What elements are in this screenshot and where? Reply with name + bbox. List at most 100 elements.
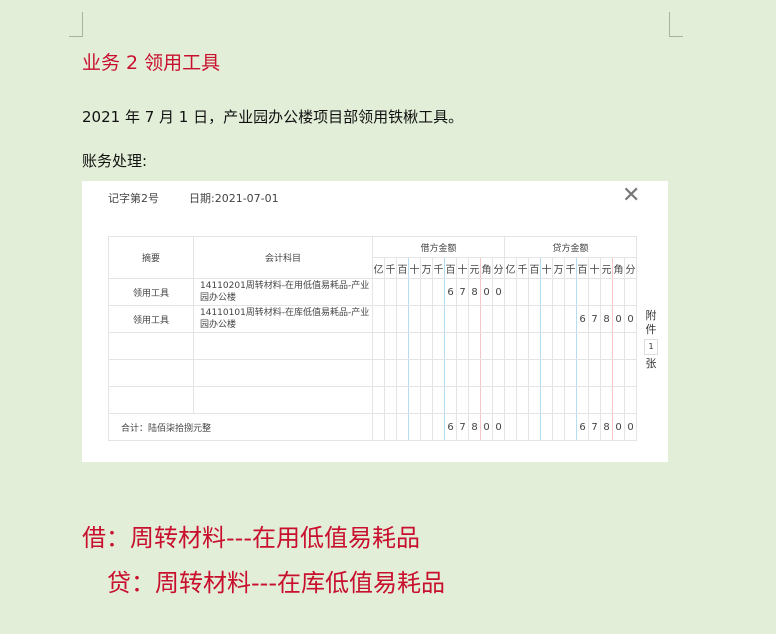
- credit-digit: [540, 332, 553, 360]
- credit-digit: [528, 332, 541, 360]
- credit-digit: [624, 359, 637, 387]
- debit-digit: 6: [444, 413, 457, 441]
- credit-unit-5: 千: [564, 257, 577, 279]
- crop-mark-top-left: [69, 12, 83, 37]
- credit-digit: [528, 305, 541, 333]
- voucher-number: 记字第2号: [108, 192, 159, 205]
- debit-unit-8: 元: [468, 257, 481, 279]
- credit-digit: [504, 386, 517, 414]
- credit-unit-6: 百: [576, 257, 589, 279]
- credit-digit: [516, 332, 529, 360]
- row-account: [193, 332, 373, 360]
- attachment-count: 附件 1 张: [644, 309, 658, 371]
- debit-digit: 6: [444, 278, 457, 306]
- credit-digit: 8: [600, 413, 613, 441]
- debit-digit: [432, 413, 445, 441]
- credit-unit-9: 角: [612, 257, 625, 279]
- debit-digit: [444, 386, 457, 414]
- crop-mark-top-right: [669, 12, 683, 37]
- credit-digit: [504, 413, 517, 441]
- debit-digit: [384, 413, 397, 441]
- row-account: 14110101周转材料-在库低值易耗品-产业园办公楼: [193, 305, 373, 333]
- credit-unit-2: 百: [528, 257, 541, 279]
- credit-digit: [516, 359, 529, 387]
- header-debit: 借方金额: [372, 236, 505, 258]
- credit-digit: [540, 359, 553, 387]
- total-row: 合计：陆佰柒拾捌元整 6 7 8 0 0 6 7 8 0 0: [108, 413, 637, 441]
- credit-digit: [564, 332, 577, 360]
- debit-digit: [420, 359, 433, 387]
- entry-credit: 贷：周转材料---在库低值易耗品: [107, 569, 445, 597]
- credit-digit: [576, 332, 589, 360]
- debit-digit: [432, 332, 445, 360]
- credit-digit: [528, 386, 541, 414]
- debit-digit: [468, 332, 481, 360]
- debit-digit: [432, 278, 445, 306]
- credit-digit: 0: [624, 413, 637, 441]
- credit-unit-8: 元: [600, 257, 613, 279]
- debit-unit-0: 亿: [372, 257, 385, 279]
- row-account: [193, 359, 373, 387]
- debit-digit: [372, 278, 385, 306]
- credit-digit: [540, 278, 553, 306]
- debit-unit-10: 分: [492, 257, 505, 279]
- debit-unit-4: 万: [420, 257, 433, 279]
- debit-digit: [468, 359, 481, 387]
- debit-digit: [492, 386, 505, 414]
- entry-debit: 借：周转材料---在用低值易耗品: [82, 524, 420, 552]
- debit-unit-3: 十: [408, 257, 421, 279]
- credit-digit: [516, 305, 529, 333]
- credit-digit: [564, 278, 577, 306]
- row-account: [193, 386, 373, 414]
- debit-digit: [456, 305, 469, 333]
- debit-digit: [396, 332, 409, 360]
- debit-digit: 0: [492, 413, 505, 441]
- debit-digit: [456, 386, 469, 414]
- credit-unit-3: 十: [540, 257, 553, 279]
- close-icon[interactable]: ✕: [622, 185, 640, 207]
- description: 2021 年 7 月 1 日，产业园办公楼项目部领用铁楸工具。: [82, 108, 464, 126]
- debit-digit: 0: [480, 413, 493, 441]
- debit-digit: [372, 305, 385, 333]
- debit-digit: [492, 305, 505, 333]
- attachment-unit: 张: [645, 357, 657, 370]
- debit-digit: [396, 305, 409, 333]
- credit-digit: 7: [588, 305, 601, 333]
- header-credit: 贷方金额: [504, 236, 637, 258]
- debit-digit: [480, 386, 493, 414]
- credit-unit-10: 分: [624, 257, 637, 279]
- credit-digit: [528, 359, 541, 387]
- debit-digit: [408, 278, 421, 306]
- credit-digit: 0: [612, 413, 625, 441]
- credit-digit: [504, 332, 517, 360]
- debit-digit: [384, 332, 397, 360]
- credit-digit: [600, 332, 613, 360]
- debit-digit: [372, 332, 385, 360]
- debit-digit: [432, 305, 445, 333]
- attachment-label: 附件: [645, 309, 657, 336]
- debit-digit: [384, 386, 397, 414]
- credit-digit: [504, 305, 517, 333]
- credit-digit: [612, 332, 625, 360]
- debit-digit: [408, 305, 421, 333]
- debit-digit: [408, 359, 421, 387]
- credit-digit: [600, 278, 613, 306]
- credit-digit: [540, 305, 553, 333]
- debit-digit: 8: [468, 278, 481, 306]
- debit-unit-1: 千: [384, 257, 397, 279]
- debit-digit: 7: [456, 278, 469, 306]
- credit-digit: [528, 413, 541, 441]
- debit-digit: [396, 386, 409, 414]
- table-row: [108, 386, 637, 414]
- credit-unit-0: 亿: [504, 257, 517, 279]
- credit-digit: [504, 359, 517, 387]
- debit-digit: [480, 332, 493, 360]
- credit-digit: [540, 386, 553, 414]
- credit-digit: 6: [576, 305, 589, 333]
- debit-digit: 8: [468, 413, 481, 441]
- section-heading: 业务 2 领用工具: [82, 52, 221, 74]
- table-row: 领用工具 14110101周转材料-在库低值易耗品-产业园办公楼 6 7 8 0 0: [108, 305, 637, 333]
- debit-digit: [492, 332, 505, 360]
- voucher-image: 记字第2号 日期:2021-07-01 ✕ 摘要 会计科目 借方金额 贷方金额 …: [82, 181, 668, 462]
- row-summary: 领用工具: [108, 278, 194, 306]
